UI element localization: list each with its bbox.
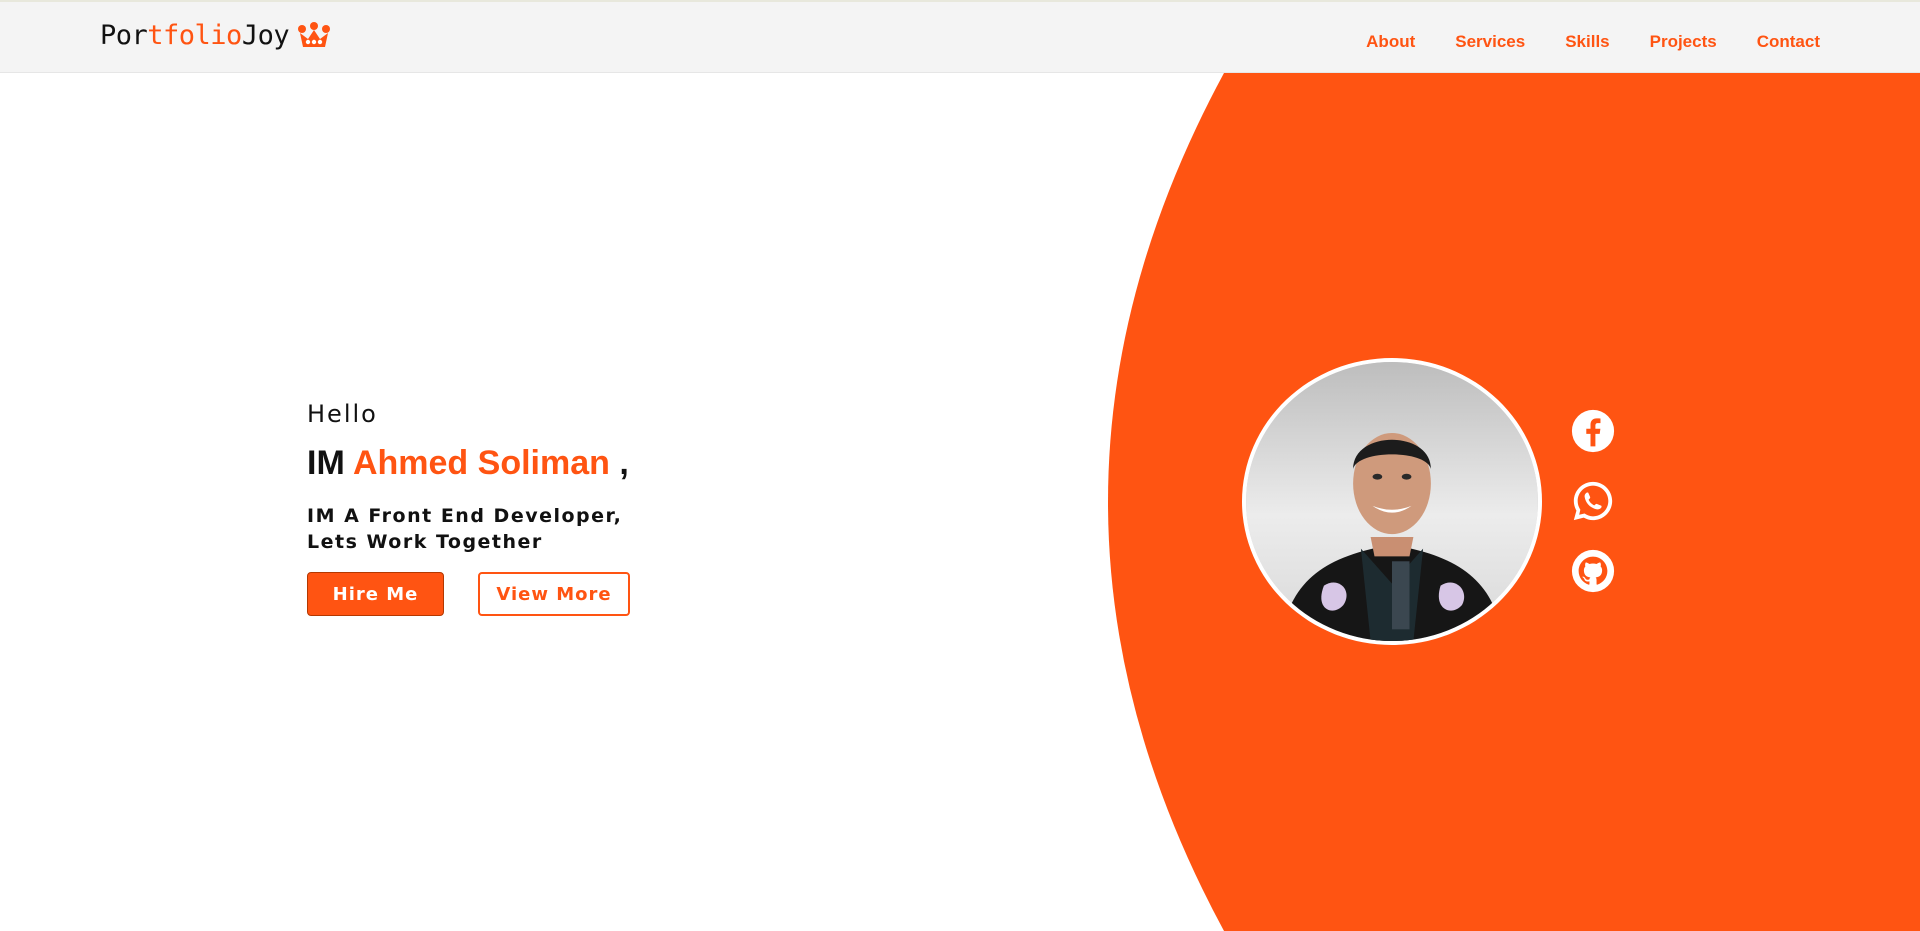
nav-item-about[interactable]: About	[1366, 32, 1415, 52]
hero-greeting: Hello	[307, 400, 378, 428]
profile-photo	[1246, 362, 1538, 641]
hero-name: Ahmed Soliman	[352, 444, 610, 482]
nav-item-skills[interactable]: Skills	[1565, 32, 1609, 52]
crown-icon	[298, 21, 331, 47]
view-more-button[interactable]: View More	[478, 572, 630, 616]
hero-buttons: Hire Me View More	[307, 572, 630, 616]
hero-tagline-line1: IM A Front End Developer,	[307, 505, 623, 527]
nav-item-services[interactable]: Services	[1455, 32, 1525, 52]
nav-item-projects[interactable]: Projects	[1650, 32, 1717, 52]
hero-name-suffix: ,	[609, 444, 629, 482]
social-links	[1570, 408, 1620, 594]
logo-text-part3: Joy	[241, 20, 290, 51]
hero-name-line: IM Ahmed Soliman ,	[307, 444, 630, 483]
brand-logo[interactable]: Por tfolio Joy	[100, 20, 331, 51]
main-nav: About Services Skills Projects Contact	[1366, 32, 1820, 52]
hero-tagline: IM A Front End Developer, Lets Work Toge…	[307, 503, 630, 555]
navbar: Por tfolio Joy About Services Skills Proje…	[0, 0, 1920, 73]
facebook-icon[interactable]	[1570, 408, 1616, 454]
hire-me-button[interactable]: Hire Me	[307, 572, 444, 616]
whatsapp-icon[interactable]	[1570, 478, 1616, 524]
hero-intro: Hello IM Ahmed Soliman , IM A Front End …	[307, 400, 630, 616]
hero-im-prefix: IM	[307, 444, 345, 482]
logo-text-part2: tfolio	[147, 20, 242, 51]
logo-text-part1: Por	[100, 20, 148, 51]
hero-tagline-line2: Lets Work Together	[307, 531, 543, 553]
nav-item-contact[interactable]: Contact	[1757, 32, 1820, 52]
github-icon[interactable]	[1570, 548, 1616, 594]
profile-avatar	[1242, 358, 1542, 645]
